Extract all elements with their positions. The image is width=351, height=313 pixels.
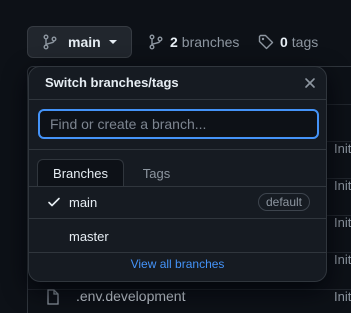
commit-message[interactable]: Init <box>334 178 351 193</box>
branch-item-main[interactable]: main default <box>29 186 326 218</box>
branch-switch-menu: Switch branches/tags Branches Tags main … <box>28 66 327 282</box>
divider <box>29 149 326 150</box>
branch-item-master[interactable]: master <box>29 220 326 252</box>
branch-search-input[interactable] <box>38 109 319 139</box>
view-all-branches-link[interactable]: View all branches <box>29 257 326 271</box>
tags-count: 0 <box>280 34 288 50</box>
check-icon <box>48 197 60 207</box>
commit-message[interactable]: Init <box>334 289 351 304</box>
divider <box>29 218 326 219</box>
commit-message[interactable]: Init <box>334 252 351 267</box>
tags-link[interactable]: 0 tags <box>258 26 318 58</box>
default-badge: default <box>257 193 310 211</box>
current-branch-name: main <box>68 34 101 50</box>
tag-icon <box>258 34 274 50</box>
tags-label: tags <box>291 34 319 50</box>
branch-name: main <box>69 194 98 210</box>
tab-tags[interactable]: Tags <box>129 159 184 187</box>
git-branch-icon <box>148 34 164 50</box>
caret-down-icon <box>108 40 117 44</box>
close-icon[interactable] <box>302 75 318 91</box>
divider <box>29 252 326 253</box>
divider <box>29 99 326 100</box>
branches-link[interactable]: 2 branches <box>148 26 239 58</box>
file-icon <box>47 289 59 305</box>
repo-page: Init Init Init Init Init .env.developmen… <box>0 0 351 313</box>
tab-branches[interactable]: Branches <box>37 159 124 187</box>
menu-title: Switch branches/tags <box>45 75 179 90</box>
commit-message[interactable]: Init <box>334 141 351 156</box>
branch-selector-button[interactable]: main <box>27 26 132 58</box>
commit-message[interactable]: Init <box>334 215 351 230</box>
branch-name: master <box>69 228 109 244</box>
file-name-link[interactable]: .env.development <box>76 288 185 304</box>
branches-count: 2 <box>170 34 178 50</box>
branches-label: branches <box>181 34 240 50</box>
git-branch-icon <box>42 34 58 50</box>
